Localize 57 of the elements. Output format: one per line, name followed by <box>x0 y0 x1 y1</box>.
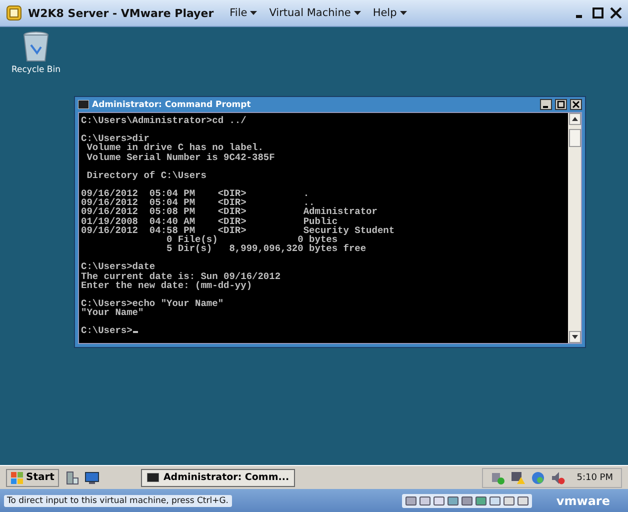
app-logo-icon <box>6 5 22 21</box>
console-line: 5 Dir(s) 8,999,096,320 bytes free <box>166 244 368 254</box>
console-line: C:\Users> <box>81 326 566 336</box>
status-text: To direct input to this virtual machine, press Ctrl+G. <box>4 494 232 506</box>
console-icon <box>147 473 160 482</box>
device-icon[interactable] <box>489 494 502 506</box>
maximize-icon[interactable] <box>555 99 567 110</box>
device-icon[interactable] <box>405 494 418 506</box>
console-line: Directory of C:\Users <box>86 170 208 180</box>
clock: 5:10 PM <box>576 472 613 482</box>
windows-logo-icon <box>11 472 23 484</box>
console-line: "Your Name" <box>81 308 145 318</box>
close-icon[interactable] <box>570 99 582 110</box>
scroll-down-icon[interactable] <box>572 335 578 339</box>
scrollbar[interactable] <box>568 113 581 343</box>
vmware-logo: vmware <box>556 494 610 508</box>
desktop-icon[interactable] <box>85 472 100 484</box>
trash-bin-icon[interactable] <box>23 31 49 63</box>
close-icon[interactable] <box>610 7 622 19</box>
console-line: 01/19/2008 04:40 AM <DIR> Public <box>81 216 338 226</box>
maximize-icon[interactable] <box>592 7 604 19</box>
console-line: C:\Users>date <box>81 262 156 272</box>
caret-icon <box>400 11 407 15</box>
device-icon[interactable] <box>419 494 432 506</box>
console-line: C:\Users\Administrator>cd ../ <box>81 116 248 126</box>
scroll-up-icon[interactable] <box>572 117 578 121</box>
taskbar-task[interactable]: Administrator: Comm... <box>141 468 296 486</box>
console-line: 09/16/2012 05:08 PM <DIR> Administrator <box>81 207 378 217</box>
start-button[interactable]: Start <box>6 468 60 486</box>
device-icon[interactable] <box>447 494 460 506</box>
caret-icon <box>354 11 361 15</box>
device-icon[interactable] <box>475 494 488 506</box>
console-line: 09/16/2012 05:04 PM <DIR> .. <box>81 198 315 208</box>
console-line: Enter the new date: (mm-dd-yy) <box>81 280 254 290</box>
muted-speaker-icon[interactable] <box>550 470 565 484</box>
console-line: 09/16/2012 04:58 PM <DIR> Security Student <box>81 226 396 236</box>
caret-icon <box>250 11 258 15</box>
minimize-icon[interactable] <box>540 99 552 110</box>
scroll-thumb[interactable] <box>568 129 580 147</box>
console-icon <box>78 100 89 109</box>
menu-item[interactable]: Help <box>372 7 407 19</box>
console-title: Administrator: Command Prompt <box>92 100 251 110</box>
desktop-icon-label: Recycle Bin <box>11 65 60 75</box>
menu-item[interactable]: Virtual Machine <box>269 7 361 19</box>
device-icon[interactable] <box>461 494 474 506</box>
device-icon[interactable] <box>517 494 530 506</box>
device-icon[interactable] <box>503 494 516 506</box>
console-line: 09/16/2012 05:04 PM <DIR> . <box>81 189 310 198</box>
console-line: Volume Serial Number is 9C42-385F <box>86 152 276 162</box>
console-line: 0 File(s) 0 bytes <box>166 235 338 244</box>
window-title: W2K8 Server - VMware Player <box>28 6 214 20</box>
console-line: Volume in drive C has no label. <box>86 143 264 153</box>
device-icon[interactable] <box>433 494 446 506</box>
console-line: C:\Users>dir <box>81 134 150 144</box>
console-line: C:\Users>echo "Your Name" <box>81 299 225 308</box>
menu-item[interactable]: File <box>230 7 258 19</box>
console-line: The current date is: Sun 09/16/2012 <box>81 272 282 281</box>
